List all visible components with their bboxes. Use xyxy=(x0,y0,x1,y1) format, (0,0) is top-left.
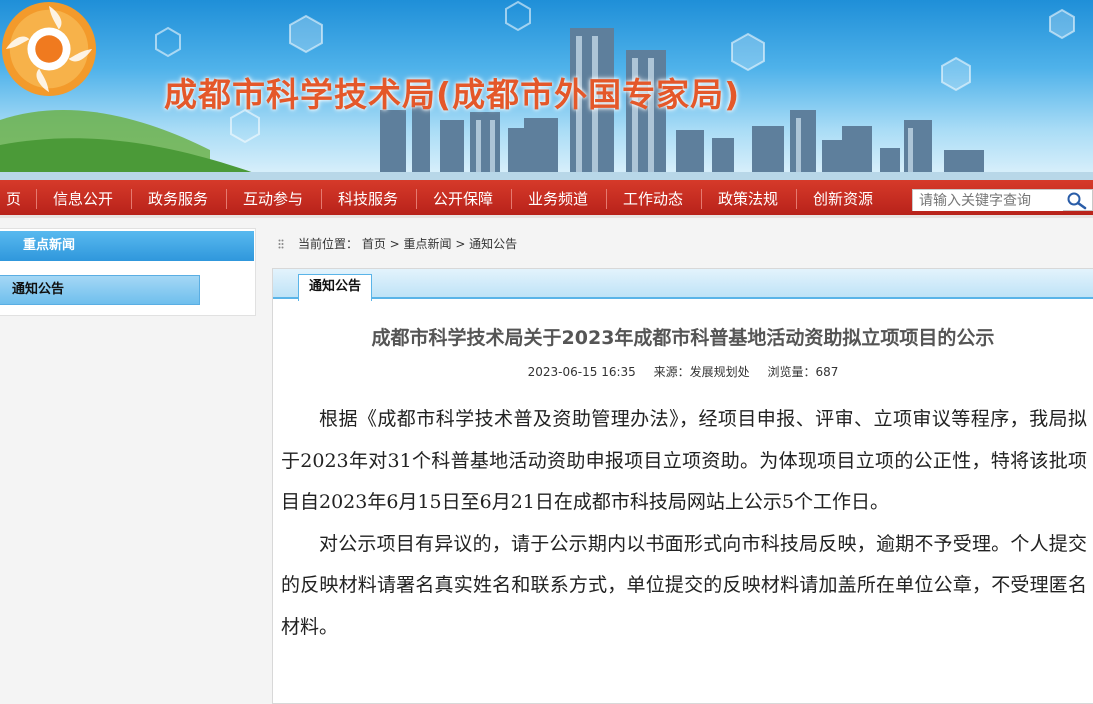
sidebar-item-notices[interactable]: 通知公告 xyxy=(0,275,200,305)
article-tabbar: 通知公告 xyxy=(273,269,1093,301)
nav-divider xyxy=(606,189,607,209)
article-panel: 通知公告 成都市科学技术局关于2023年成都市科普基地活动资助拟立项项目的公示 … xyxy=(272,268,1093,704)
article-paragraph: 根据《成都市科学技术普及资助管理办法》，经项目申报、评审、立项审议等程序，我局拟… xyxy=(281,408,1087,513)
nav-divider xyxy=(416,189,417,209)
article-source: 来源：发展规划处 xyxy=(653,365,750,379)
nav-item-policies[interactable]: 政策法规 xyxy=(718,180,778,215)
sidebar: 重点新闻 通知公告 xyxy=(0,228,256,316)
nav-divider xyxy=(511,189,512,209)
article-paragraph: 对公示项目有异议的，请于公示期内以书面形式向市科技局反映，逾期不予受理。个人提交… xyxy=(281,532,1087,638)
nav-divider xyxy=(131,189,132,209)
nav-item-business-channel[interactable]: 业务频道 xyxy=(528,180,588,215)
nav-item-home[interactable]: 页 xyxy=(6,180,21,215)
article-body: 根据《成都市科学技术普及资助管理办法》，经项目申报、评审、立项审议等程序，我局拟… xyxy=(281,399,1087,648)
nav-divider xyxy=(226,189,227,209)
tab-notices[interactable]: 通知公告 xyxy=(298,274,373,301)
golden-sun-bird-logo-icon xyxy=(1,1,97,97)
nav-divider xyxy=(796,189,797,209)
breadcrumb-text[interactable]: 当前位置： 首页 > 重点新闻 > 通知公告 xyxy=(298,230,517,258)
breadcrumb: 当前位置： 首页 > 重点新闻 > 通知公告 xyxy=(272,230,1093,258)
article-views: 浏览量：687 xyxy=(767,365,839,379)
article-datetime: 2023-06-15 16:35 xyxy=(527,365,636,379)
nav-item-interaction[interactable]: 互动参与 xyxy=(243,180,303,215)
nav-item-gov-services[interactable]: 政务服务 xyxy=(148,180,208,215)
nav-divider xyxy=(701,189,702,209)
nav-item-work-news[interactable]: 工作动态 xyxy=(623,180,683,215)
site-title: 成都市科学技术局(成都市外国专家局) xyxy=(164,75,741,114)
sidebar-heading: 重点新闻 xyxy=(0,231,254,261)
nav-item-innovation[interactable]: 创新资源 xyxy=(813,180,873,215)
search-box xyxy=(912,189,1093,211)
nav-item-info-disclosure[interactable]: 信息公开 xyxy=(53,180,113,215)
breadcrumb-dots-icon xyxy=(278,239,284,249)
nav-item-public-guarantee[interactable]: 公开保障 xyxy=(433,180,493,215)
search-input[interactable] xyxy=(913,191,1063,211)
article-meta: 2023-06-15 16:35 来源：发展规划处 浏览量：687 xyxy=(273,363,1093,380)
nav-item-tech-services[interactable]: 科技服务 xyxy=(338,180,398,215)
site-banner: 成都市科学技术局(成都市外国专家局) xyxy=(0,0,1093,180)
article-title: 成都市科学技术局关于2023年成都市科普基地活动资助拟立项项目的公示 xyxy=(371,327,995,349)
search-icon[interactable] xyxy=(1066,191,1088,210)
nav-divider xyxy=(321,189,322,209)
nav-divider xyxy=(36,189,37,209)
